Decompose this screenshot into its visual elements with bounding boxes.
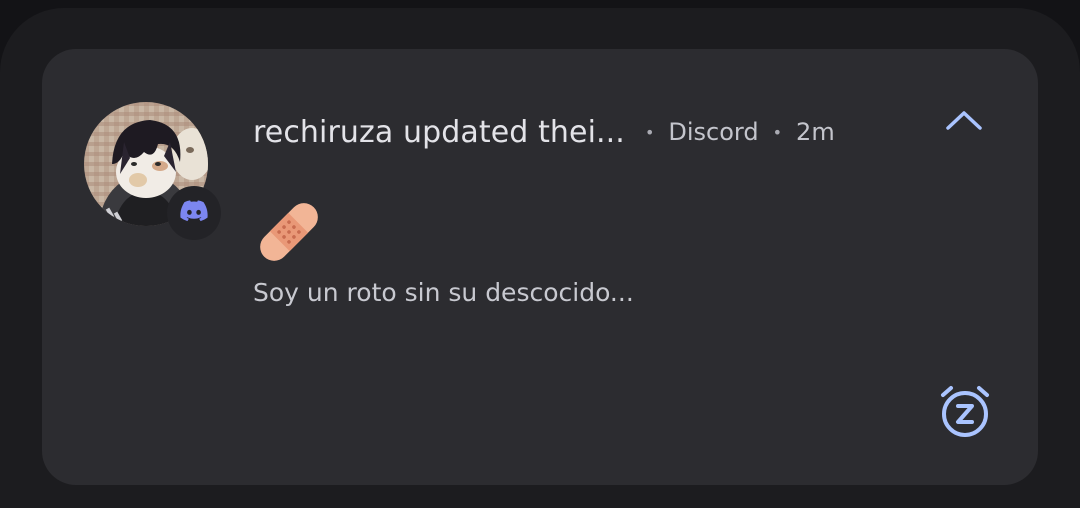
notification-header: rechiruza updated thei... • Discord • 2m <box>253 108 835 156</box>
chevron-up-icon <box>944 108 984 136</box>
discord-icon <box>180 200 208 226</box>
notification-title: rechiruza updated thei... <box>253 114 625 150</box>
snooze-button[interactable] <box>934 382 996 444</box>
adhesive-bandage-icon <box>252 195 326 269</box>
notification-body: Soy un roto sin su descocido... <box>253 278 634 307</box>
snooze-alarm-icon <box>937 383 993 443</box>
collapse-button[interactable] <box>938 100 990 144</box>
separator-dot: • <box>644 122 655 142</box>
timestamp: 2m <box>796 118 835 146</box>
separator-dot: • <box>772 122 783 142</box>
discord-app-badge <box>167 186 221 240</box>
app-name: Discord <box>668 118 759 146</box>
